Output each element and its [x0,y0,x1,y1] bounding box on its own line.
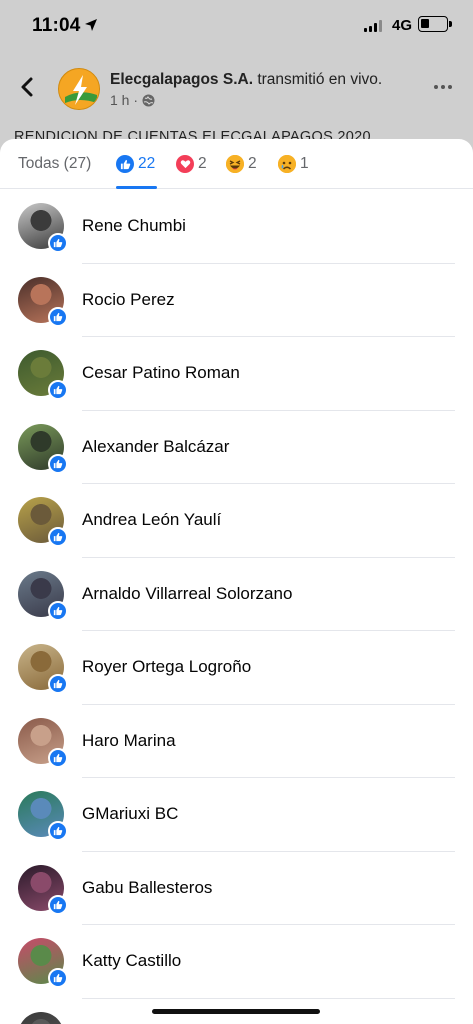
tab-like[interactable]: 22 [116,139,158,189]
location-arrow-icon [85,19,97,31]
reactor-row[interactable]: Arnaldo Villarreal Solorzano [0,558,473,631]
avatar[interactable] [18,1011,64,1024]
page-name[interactable]: Elecgalapagos S.A. [110,71,253,88]
lightning-logo-icon [59,69,99,109]
reactor-name[interactable]: Andrea León Yaulí [82,510,221,530]
status-bar: 11:04 4G [0,0,473,52]
reactor-row[interactable]: Gabu Ballesteros [0,852,473,925]
reactor-row[interactable]: Royer Ortega Logroño [0,631,473,705]
reactor-list: Rene Chumbi Rocio Perez Cesar Patino Roman… [0,190,473,1024]
page-avatar[interactable] [58,68,100,110]
like-badge-icon [48,968,68,988]
like-badge-icon [48,380,68,400]
reactions-sheet: Todas (27) 22 2 2 1 Rene Chumbi Rocio Pe… [0,139,473,1024]
reactor-name[interactable]: Gabu Ballesteros [82,878,212,898]
like-badge-icon [48,821,68,841]
tab-all[interactable]: Todas (27) [18,139,91,189]
like-badge-icon [48,894,68,915]
reactor-row[interactable]: Alexander Balcázar [0,411,473,484]
like-badge-icon [48,747,68,768]
reactor-name[interactable]: Haro Marina [82,731,176,751]
reactor-row[interactable]: Andrea León Yaulí [0,484,473,558]
like-badge-icon [48,674,68,694]
battery-icon [418,16,452,32]
sad-reaction-icon [278,155,296,173]
reactor-name[interactable]: Arnaldo Villarreal Solorzano [82,584,292,604]
tab-haha[interactable]: 2 [226,139,257,189]
reactor-name[interactable]: GMariuxi BC [82,804,178,824]
post-action: transmitió en vivo. [257,71,383,88]
tab-all-label: Todas (27) [18,155,92,172]
haha-count: 2 [248,155,257,172]
reactor-row[interactable]: Cesar Patino Roman [0,337,473,411]
reactor-row[interactable]: Rocio Perez [0,264,473,337]
more-options-icon[interactable] [434,85,452,89]
status-time: 11:04 [32,15,81,36]
love-reaction-icon [176,155,194,173]
reactor-row[interactable]: GMariuxi BC [0,778,473,852]
haha-reaction-icon [226,155,244,173]
like-badge-icon [48,233,68,253]
post-meta: 1 h · [110,92,155,108]
back-arrow-icon[interactable] [16,72,38,102]
like-badge-icon [48,527,68,547]
globe-icon [142,94,155,106]
like-badge-icon [48,600,68,621]
like-reaction-icon [116,155,134,173]
post-time: 1 h · [110,92,139,108]
signal-icon [364,20,382,32]
reactor-name[interactable]: Royer Ortega Logroño [82,657,251,677]
reactor-name[interactable]: Katty Castillo [82,951,181,971]
post-header: Elecgalapagos S.A. transmitió en vivo. 1… [0,52,473,145]
post-title: Elecgalapagos S.A. transmitió en vivo. [110,71,382,89]
reactor-name[interactable]: Alexander Balcázar [82,437,229,457]
network-label: 4G [392,17,413,34]
reactor-row[interactable]: Katty Castillo [0,925,473,999]
like-badge-icon [48,453,68,474]
tab-sad[interactable]: 1 [278,139,309,189]
reaction-tabs: Todas (27) 22 2 2 1 [0,139,473,189]
sad-count: 1 [300,155,309,172]
home-indicator[interactable] [152,1009,320,1014]
reactor-name[interactable]: Cesar Patino Roman [82,363,240,383]
like-count: 22 [138,155,156,172]
love-count: 2 [198,155,207,172]
reactor-name[interactable]: Rene Chumbi [82,216,186,236]
like-badge-icon [48,306,68,327]
reactor-row[interactable]: Rene Chumbi [0,190,473,264]
tab-love[interactable]: 2 [176,139,207,189]
reactor-row[interactable]: Haro Marina [0,705,473,778]
reactor-name[interactable]: Rocio Perez [82,290,175,310]
